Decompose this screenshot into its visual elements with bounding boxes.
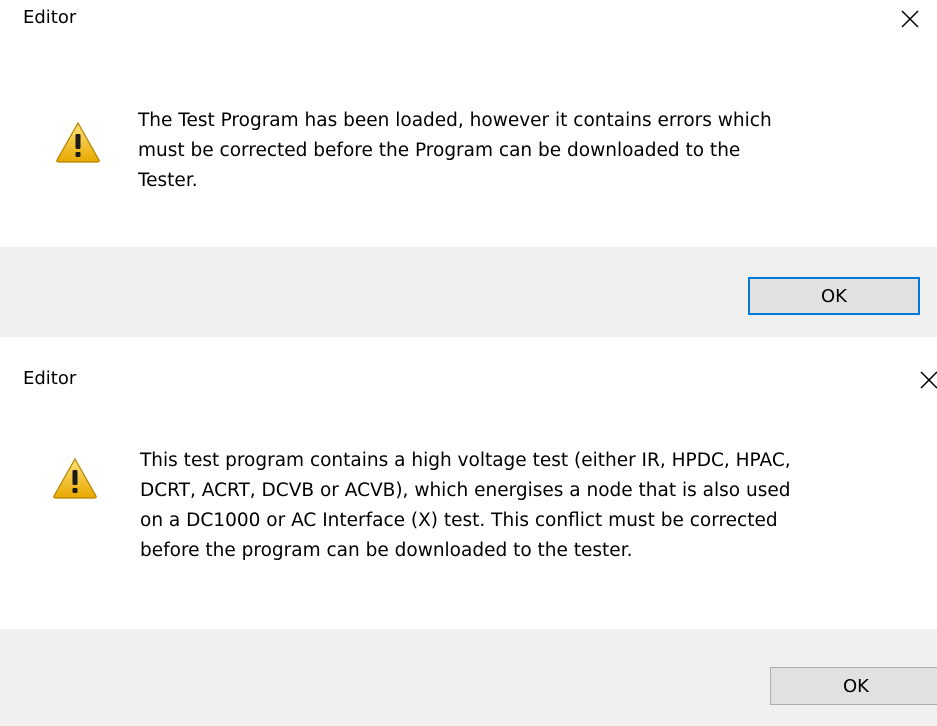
close-button[interactable] [912, 363, 937, 397]
close-icon [920, 371, 937, 389]
dialog-message: The Test Program has been loaded, howeve… [138, 106, 772, 196]
warning-icon [56, 121, 100, 163]
message-line: on a DC1000 or AC Interface (X) test. Th… [140, 510, 778, 531]
message-line: Tester. [138, 170, 198, 191]
dialog-title: Editor [23, 368, 77, 389]
error-dialog: Editor The Test Program has been loaded,… [0, 0, 937, 337]
message-line: must be corrected before the Program can… [138, 140, 741, 161]
message-line: The Test Program has been loaded, howeve… [138, 110, 772, 131]
close-button[interactable] [893, 2, 927, 36]
warning-icon [53, 457, 97, 499]
dialog-footer: OK [0, 247, 937, 337]
ok-button[interactable]: OK [770, 667, 937, 705]
close-icon [901, 10, 919, 28]
message-line: This test program contains a high voltag… [140, 450, 791, 471]
conflict-dialog: Editor This test program contains a high… [0, 337, 937, 726]
dialog-footer: OK [0, 629, 937, 726]
dialog-title: Editor [23, 7, 77, 28]
dialog-message: This test program contains a high voltag… [140, 446, 791, 566]
ok-button[interactable]: OK [748, 277, 920, 315]
message-line: before the program can be downloaded to … [140, 540, 633, 561]
message-line: DCRT, ACRT, DCVB or ACVB), which energis… [140, 480, 791, 501]
